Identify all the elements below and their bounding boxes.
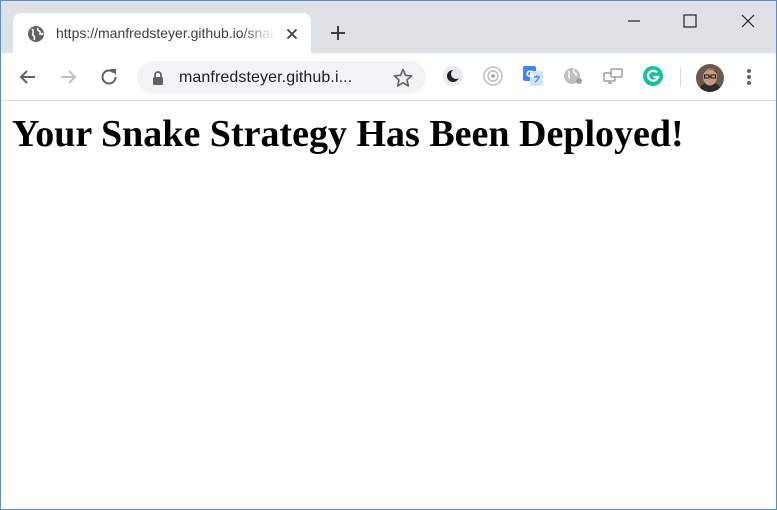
address-bar[interactable]: manfredsteyer.github.i...: [137, 61, 426, 94]
lock-icon[interactable]: [151, 70, 165, 86]
active-tab[interactable]: https://manfredsteyer.github.io/snake: [13, 13, 311, 53]
profile-avatar[interactable]: [696, 64, 724, 92]
screens-icon[interactable]: [602, 65, 624, 87]
bookmark-star-icon[interactable]: [392, 67, 414, 89]
google-translate-icon[interactable]: G: [522, 65, 544, 87]
toolbar-divider: [680, 67, 681, 87]
close-window-icon[interactable]: [738, 11, 758, 31]
maximize-icon[interactable]: [680, 11, 700, 31]
url-text[interactable]: manfredsteyer.github.i...: [179, 69, 352, 87]
page-content: Your Snake Strategy Has Been Deployed!: [1, 101, 776, 509]
browser-toolbar: manfredsteyer.github.i... G: [1, 53, 776, 101]
page-heading: Your Snake Strategy Has Been Deployed!: [12, 113, 684, 155]
more-vert-icon[interactable]: [739, 65, 759, 89]
browser-window: https://manfredsteyer.github.io/snake ma…: [0, 0, 777, 510]
minimize-icon[interactable]: [624, 11, 644, 31]
tab-strip: https://manfredsteyer.github.io/snake: [1, 1, 776, 53]
back-arrow-icon[interactable]: [16, 65, 40, 89]
svg-text:G: G: [526, 70, 533, 80]
close-tab-icon[interactable]: [283, 25, 301, 43]
forward-arrow-icon[interactable]: [56, 65, 80, 89]
reload-icon[interactable]: [97, 65, 121, 89]
dark-mode-icon[interactable]: [442, 65, 464, 87]
globe-icon: [28, 26, 44, 42]
grammarly-icon[interactable]: [642, 65, 664, 87]
target-icon[interactable]: [482, 65, 504, 87]
globe-extension-icon[interactable]: [562, 65, 584, 87]
new-tab-icon[interactable]: [327, 22, 349, 44]
tab-title: https://manfredsteyer.github.io/snake: [56, 25, 274, 41]
